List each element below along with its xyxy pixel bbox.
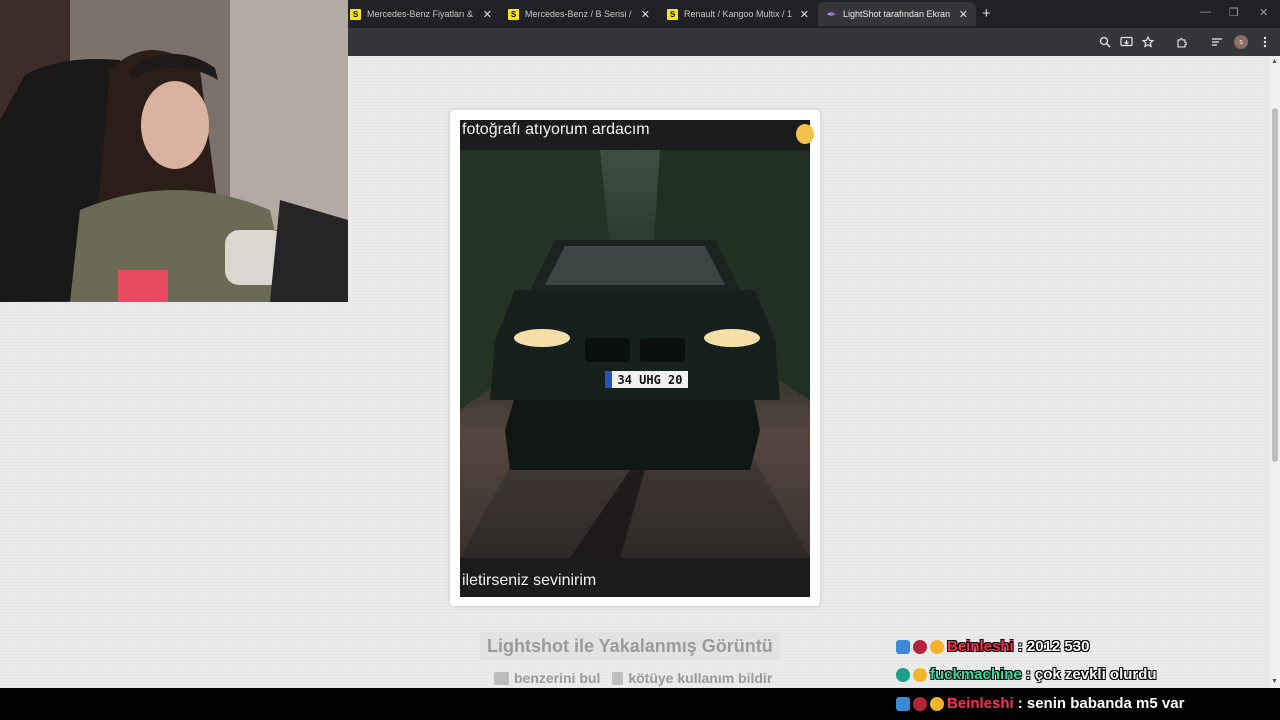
car-photo: 34 UHG 20	[460, 150, 810, 558]
restore-button[interactable]: ❐	[1229, 6, 1239, 19]
chat-message: fuckmachine : çok zevkli olurdu	[896, 666, 1157, 683]
scroll-up-arrow-icon[interactable]: ▲	[1271, 58, 1278, 65]
license-plate-text: 34 UHG 20	[617, 373, 682, 387]
find-similar-link[interactable]: benzerini bul	[494, 670, 600, 686]
scrollbar-thumb[interactable]	[1272, 108, 1278, 462]
find-similar-label: benzerini bul	[514, 670, 601, 686]
new-tab-button[interactable]: +	[982, 5, 991, 22]
chat-message: Beinleshi : 2012 530	[896, 638, 1089, 655]
screenshot-caption-top: fotoğrafı atıyorum ardacım	[462, 121, 650, 138]
chat-text: : çok zevkli olurdu	[1025, 666, 1157, 683]
trash-icon	[612, 671, 624, 685]
tab-title: LightShot tarafından Ekran Görüntüsü	[843, 9, 951, 19]
install-app-icon[interactable]	[1118, 34, 1134, 50]
extensions-icon[interactable]	[1174, 34, 1190, 50]
minimize-button[interactable]: —	[1200, 6, 1211, 18]
badge-icon	[896, 667, 910, 682]
tab-renault-kangoo[interactable]: S Renault / Kangoo Multix / 1.5 dCi ✕	[659, 2, 817, 26]
tab-lightshot[interactable]: ✒ LightShot tarafından Ekran Görüntüsü ✕	[818, 2, 976, 26]
tab-mercedes-b-serisi[interactable]: S Mercedes-Benz / B Serisi / B 160 ✕	[500, 2, 658, 26]
badge-icon	[896, 639, 910, 654]
screen: S Mercedes-Benz Fiyatları & Modelleri ✕ …	[0, 0, 1280, 720]
tab-title: Mercedes-Benz / B Serisi / B 160	[525, 9, 633, 19]
bookmark-star-icon[interactable]	[1140, 34, 1156, 50]
tab-close-icon[interactable]: ✕	[800, 8, 809, 21]
screenshot-caption-bottom: iletirseniz sevinirim	[462, 572, 597, 589]
sahibinden-favicon-icon: S	[508, 8, 519, 20]
reading-list-icon[interactable]	[1209, 34, 1225, 50]
close-window-button[interactable]: ✕	[1259, 6, 1268, 19]
webcam-overlay	[0, 0, 348, 302]
chat-username: fuckmachine	[930, 666, 1022, 683]
sahibinden-favicon-icon: S	[350, 8, 361, 20]
badge-icon	[930, 696, 944, 711]
chat-message: Beinleshi : senin babanda m5 var	[896, 695, 1184, 712]
emoji-face-icon	[796, 124, 814, 144]
tab-title: Mercedes-Benz Fiyatları & Modelleri	[367, 9, 475, 19]
chat-username: Beinleshi	[947, 695, 1014, 712]
scroll-down-arrow-icon[interactable]: ▼	[1271, 678, 1278, 685]
profile-avatar[interactable]: s	[1234, 35, 1248, 49]
report-abuse-link[interactable]: kötüye kullanım bildir	[612, 670, 772, 686]
badge-icon	[913, 667, 927, 682]
badge-icon	[930, 639, 944, 654]
tab-title: Renault / Kangoo Multix / 1.5 dCi	[684, 9, 792, 19]
page-title: Lightshot ile Yakalanmış Görüntü	[480, 632, 780, 660]
tab-close-icon[interactable]: ✕	[959, 8, 968, 21]
badge-icon	[896, 696, 910, 711]
action-links: benzerini bul kötüye kullanım bildir	[494, 670, 772, 686]
chat-text: : 2012 530	[1017, 638, 1090, 655]
chat-username: Beinleshi	[947, 638, 1014, 655]
zoom-icon[interactable]	[1097, 34, 1113, 50]
badge-icon	[913, 696, 927, 711]
tab-close-icon[interactable]: ✕	[483, 8, 492, 21]
report-abuse-label: kötüye kullanım bildir	[628, 670, 773, 686]
badge-icon	[913, 639, 927, 654]
lightshot-feather-icon: ✒	[826, 8, 837, 21]
menu-icon[interactable]	[1257, 34, 1273, 50]
tab-mercedes-prices[interactable]: S Mercedes-Benz Fiyatları & Modelleri ✕	[342, 2, 500, 26]
tab-close-icon[interactable]: ✕	[641, 8, 650, 21]
chat-text: : senin babanda m5 var	[1017, 695, 1185, 712]
sahibinden-favicon-icon: S	[667, 8, 678, 20]
camera-icon	[494, 671, 509, 685]
